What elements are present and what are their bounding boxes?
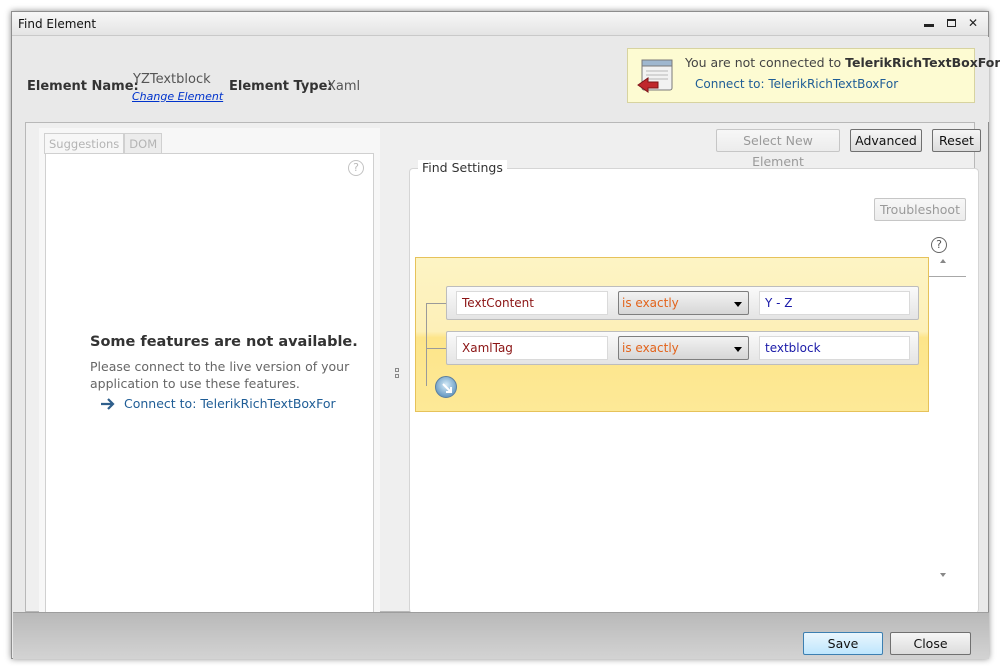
title-bar[interactable]: Find Element ✕ — [12, 12, 988, 36]
rule-operator-value: is exactly — [622, 341, 679, 355]
tab-dom[interactable]: DOM — [124, 133, 163, 154]
unavailable-title: Some features are not available. — [90, 334, 358, 350]
close-button[interactable]: Close — [890, 632, 971, 655]
tab-suggestions[interactable]: Suggestions — [44, 133, 125, 154]
minimize-button[interactable] — [922, 15, 936, 31]
element-header: Element Name: YZTextblock Change Element… — [13, 37, 1000, 122]
splitter-grip-icon — [395, 368, 399, 372]
notice-prefix: You are not connected to — [685, 55, 846, 70]
rule-attribute-field[interactable]: XamlTag — [456, 336, 608, 360]
scroll-down-icon[interactable] — [940, 573, 946, 577]
left-connect-link-label: Connect to: TelerikRichTextBoxFor — [124, 396, 336, 411]
find-rule-row: XamlTag is exactly textblock — [446, 331, 919, 365]
element-type-value: Xaml — [327, 79, 361, 94]
tree-connector — [426, 348, 446, 349]
find-rules-box: TextContent is exactly Y - Z XamlTag is … — [415, 257, 929, 412]
scroll-up-icon[interactable] — [940, 259, 946, 263]
close-window-button[interactable]: ✕ — [966, 15, 980, 31]
rule-operator-select[interactable]: is exactly — [618, 336, 749, 360]
rule-attribute-field[interactable]: TextContent — [456, 291, 608, 315]
element-name-value: YZTextblock — [133, 72, 211, 87]
unavailable-text: Please connect to the live version of yo… — [90, 359, 350, 391]
troubleshoot-button[interactable]: Troubleshoot — [874, 198, 966, 221]
connection-notice: You are not connected to TelerikRichText… — [627, 48, 1000, 103]
element-type-label: Element Type: — [229, 79, 333, 94]
find-settings-help-icon[interactable]: ? — [931, 237, 947, 253]
window-title: Find Element — [18, 17, 97, 31]
rule-operator-select[interactable]: is exactly — [618, 291, 749, 315]
find-element-window: Find Element ✕ Element Name: YZTextblock… — [11, 11, 1000, 659]
rule-value-field[interactable]: textblock — [759, 336, 910, 360]
notice-message: You are not connected to TelerikRichText… — [685, 55, 1000, 70]
left-tabs: Suggestions DOM — [44, 133, 163, 154]
maximize-button[interactable] — [944, 15, 958, 31]
tree-connector — [426, 303, 427, 386]
minimize-icon — [924, 24, 934, 27]
splitter-grip-icon — [395, 374, 399, 378]
find-settings-legend: Find Settings — [418, 160, 507, 175]
rule-operator-value: is exactly — [622, 296, 679, 310]
pane-splitter[interactable] — [395, 368, 399, 386]
dialog-footer: Save Close — [13, 612, 989, 659]
rules-scrollbar[interactable] — [937, 259, 951, 577]
tree-connector — [426, 303, 446, 304]
reset-button[interactable]: Reset — [932, 129, 981, 152]
chevron-down-icon — [734, 302, 742, 307]
notice-connect-link[interactable]: Connect to: TelerikRichTextBoxFor — [695, 77, 898, 91]
close-icon: ✕ — [967, 16, 979, 30]
notice-app-name: TelerikRichTextBoxFor — [845, 55, 1000, 70]
add-rule-icon[interactable] — [435, 376, 457, 398]
save-button[interactable]: Save — [803, 632, 883, 655]
element-name-label: Element Name: — [27, 79, 139, 94]
change-element-link[interactable]: Change Element — [132, 90, 223, 103]
chevron-down-icon — [734, 347, 742, 352]
left-connect-link[interactable]: Connect to: TelerikRichTextBoxFor — [100, 396, 336, 411]
suggestions-pane: Suggestions DOM ? Some features are not … — [39, 128, 380, 613]
disconnected-app-icon — [636, 57, 676, 97]
find-rule-row: TextContent is exactly Y - Z — [446, 286, 919, 320]
select-new-element-button[interactable]: Select New Element — [716, 129, 840, 169]
suggestions-content: ? Some features are not available. Pleas… — [45, 153, 374, 613]
arrow-right-icon — [101, 397, 115, 410]
rule-value-field[interactable]: Y - Z — [759, 291, 910, 315]
help-icon[interactable]: ? — [348, 160, 364, 176]
maximize-icon — [946, 19, 956, 27]
advanced-button[interactable]: Advanced — [850, 129, 922, 152]
